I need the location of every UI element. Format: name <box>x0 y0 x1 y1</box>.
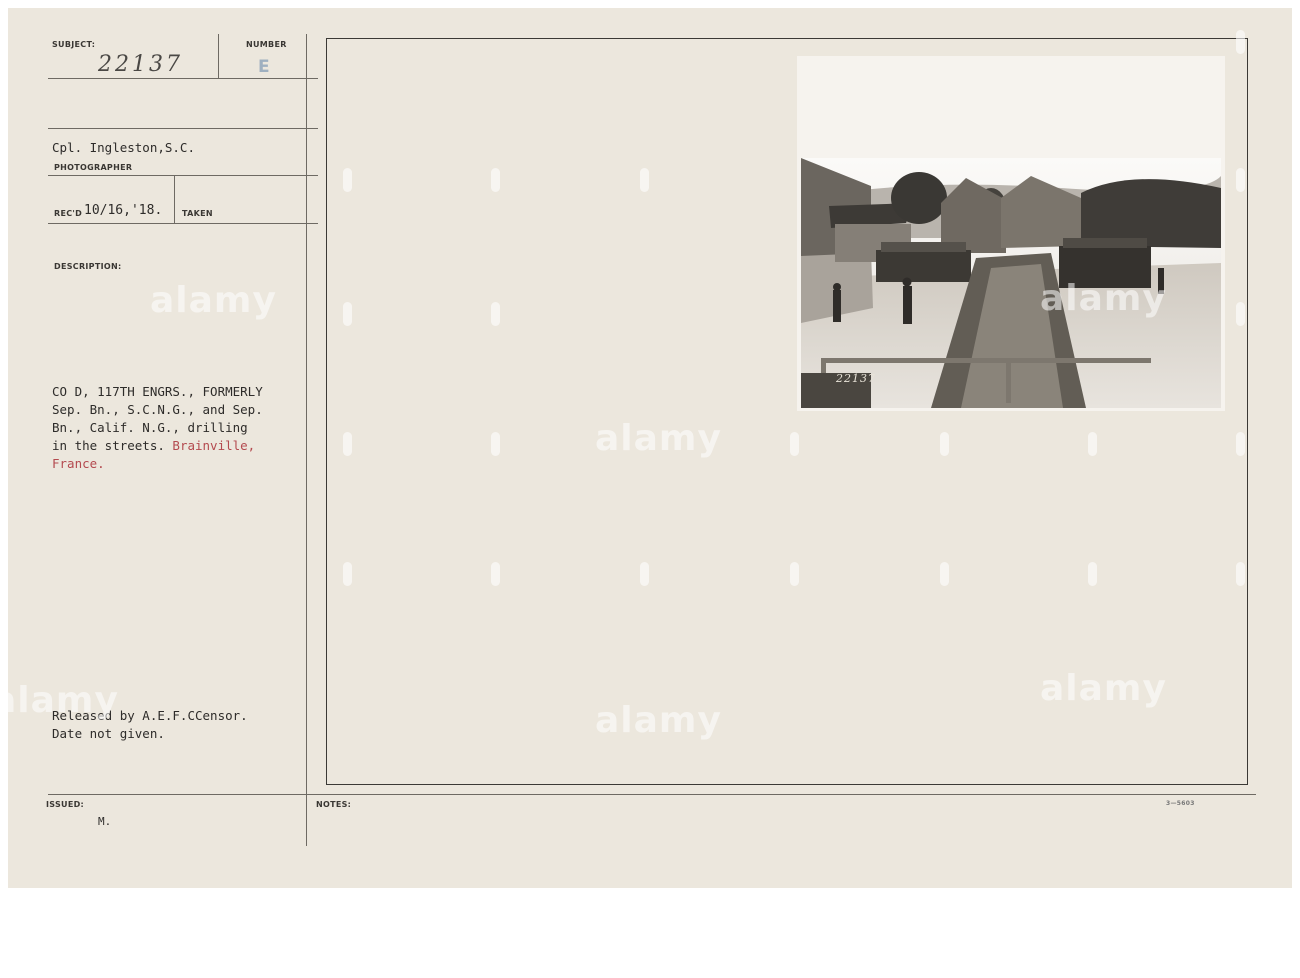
description-label: DESCRIPTION: <box>54 262 122 271</box>
watermark-mark <box>1236 168 1245 192</box>
rule-bottom <box>48 794 1256 795</box>
description-line-2: Sep. Bn., S.C.N.G., and Sep. <box>52 402 263 417</box>
description-line-1: CO D, 117TH ENGRS., FORMERLY <box>52 384 263 399</box>
watermark-text: alamy <box>150 280 277 321</box>
watermark-mark <box>1236 562 1245 586</box>
watermark-mark <box>640 168 649 192</box>
location-line-2: France. <box>52 456 105 471</box>
watermark-mark <box>491 432 500 456</box>
rule-column-divider <box>306 34 307 846</box>
watermark-text: alamy <box>1040 278 1167 319</box>
number-label: NUMBER <box>246 40 287 49</box>
photographer-label: PHOTOGRAPHER <box>54 163 133 172</box>
description-line-3: Bn., Calif. N.G., drilling <box>52 420 248 435</box>
date-note: Date not given. <box>52 726 165 741</box>
watermark-mark <box>343 562 352 586</box>
rule-photographer-top <box>48 128 318 129</box>
watermark-mark <box>940 562 949 586</box>
watermark-mark <box>343 168 352 192</box>
watermark-text: alamy <box>1040 668 1167 709</box>
watermark-mark <box>1088 432 1097 456</box>
watermark-mark <box>343 302 352 326</box>
watermark-mark <box>1088 562 1097 586</box>
watermark-mark <box>1236 302 1245 326</box>
watermark-mark <box>491 168 500 192</box>
subject-number: 22137 <box>98 52 183 77</box>
watermark-mark <box>790 432 799 456</box>
watermark-mark <box>491 302 500 326</box>
watermark-text: alamy <box>595 700 722 741</box>
watermark-mark <box>940 432 949 456</box>
rule-recd-bottom <box>48 223 318 224</box>
rule-photographer-bottom <box>48 175 318 176</box>
rule-recd-divider <box>174 175 175 223</box>
rule-subject-divider <box>218 34 219 78</box>
description-line-4-text: in the streets. <box>52 438 165 453</box>
watermark-mark <box>640 562 649 586</box>
recd-label: REC'D <box>54 209 83 218</box>
taken-label: TAKEN <box>182 209 213 218</box>
watermark-mark <box>1236 30 1245 54</box>
photo-caption-number: 22137 <box>836 372 876 385</box>
issued-label: ISSUED: <box>46 800 85 809</box>
photograph <box>797 56 1225 411</box>
watermark-text: alamy <box>595 418 722 459</box>
watermark-mark <box>1236 432 1245 456</box>
notes-label: NOTES: <box>316 800 352 809</box>
location-line-1: Brainville, <box>164 438 256 453</box>
description-line-4: in the streets. Brainville, <box>52 437 255 456</box>
watermark-mark <box>491 562 500 586</box>
photographer-name: Cpl. Ingleston,S.C. <box>52 140 195 155</box>
form-number: 3—5603 <box>1166 800 1195 807</box>
rule-top-number <box>48 78 318 79</box>
watermark-mark <box>790 562 799 586</box>
recd-date: 10/16,'18. <box>84 203 163 218</box>
watermark-text: alamy <box>0 680 119 721</box>
subject-label: SUBJECT: <box>52 40 96 49</box>
issued-value: M. <box>98 815 112 828</box>
number-stamp: E <box>258 57 270 77</box>
watermark-mark <box>343 432 352 456</box>
